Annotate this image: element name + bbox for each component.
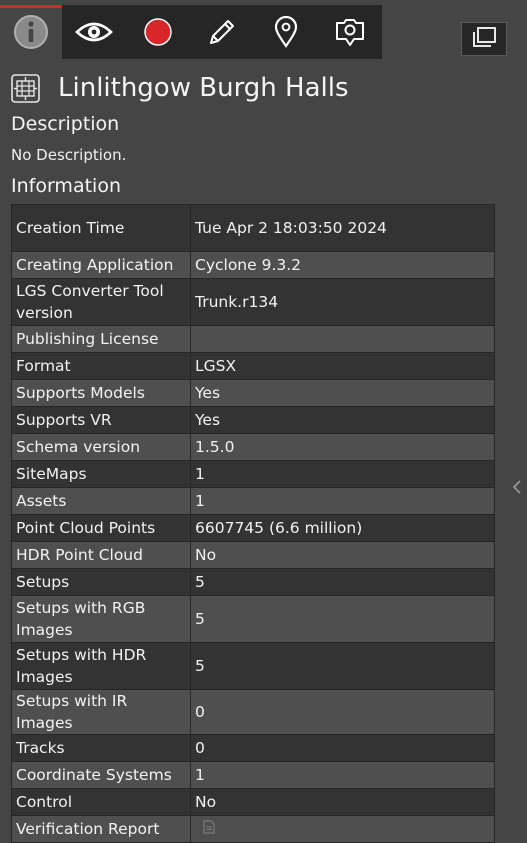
chevron-left-icon xyxy=(511,479,523,498)
row-value: 0 xyxy=(190,689,495,735)
row-value: 0 xyxy=(190,734,495,762)
building-icon xyxy=(11,73,40,103)
table-row: Setups with RGB Images 5 xyxy=(11,595,495,643)
table-row: Setups 5 xyxy=(11,568,495,596)
tab-markup[interactable] xyxy=(190,5,254,59)
tab-view[interactable] xyxy=(62,5,126,59)
row-label: Setups xyxy=(11,568,191,596)
row-value: 5 xyxy=(190,568,495,596)
table-row: Creation Time Tue Apr 2 18:03:50 2024 xyxy=(11,204,495,252)
row-value: 1 xyxy=(190,460,495,488)
row-value: 1.5.0 xyxy=(190,433,495,461)
table-row: Setups with IR Images 0 xyxy=(11,689,495,735)
row-label: SiteMaps xyxy=(11,460,191,488)
row-label: LGS Converter Tool version xyxy=(11,278,191,326)
tab-location[interactable] xyxy=(254,5,318,59)
tab-info[interactable] xyxy=(0,5,62,62)
row-label: Coordinate Systems xyxy=(11,761,191,789)
page-header: Linlithgow Burgh Halls xyxy=(11,70,349,106)
row-label: Control xyxy=(11,788,191,816)
table-row: Schema version 1.5.0 xyxy=(11,433,495,461)
row-label: Setups with IR Images xyxy=(11,689,191,735)
table-row: Supports Models Yes xyxy=(11,379,495,407)
camera-icon xyxy=(334,16,366,48)
information-table: Creation Time Tue Apr 2 18:03:50 2024 Cr… xyxy=(11,204,495,843)
row-label: Verification Report xyxy=(11,815,191,843)
row-value: 1 xyxy=(190,487,495,515)
table-row: Coordinate Systems 1 xyxy=(11,761,495,789)
row-value: Yes xyxy=(190,379,495,407)
row-label: Supports VR xyxy=(11,406,191,434)
table-row: Publishing License xyxy=(11,325,495,353)
page-title: Linlithgow Burgh Halls xyxy=(58,73,349,103)
row-label: Supports Models xyxy=(11,379,191,407)
row-value: Cyclone 9.3.2 xyxy=(190,251,495,279)
row-label: Point Cloud Points xyxy=(11,514,191,542)
row-value: No xyxy=(190,788,495,816)
table-row: Tracks 0 xyxy=(11,734,495,762)
table-row: Point Cloud Points 6607745 (6.6 million) xyxy=(11,514,495,542)
table-row: Creating Application Cyclone 9.3.2 xyxy=(11,251,495,279)
row-label: Schema version xyxy=(11,433,191,461)
tab-record[interactable] xyxy=(126,5,190,59)
row-value: Tue Apr 2 18:03:50 2024 xyxy=(190,204,495,252)
description-text: No Description. xyxy=(11,146,127,164)
record-icon xyxy=(143,17,173,47)
row-value: LGSX xyxy=(190,352,495,380)
mode-toolbar xyxy=(62,5,382,59)
table-row: Setups with HDR Images 5 xyxy=(11,642,495,690)
description-heading: Description xyxy=(11,113,120,135)
table-row: HDR Point Cloud No xyxy=(11,541,495,569)
row-label: Creation Time xyxy=(11,204,191,252)
row-value: 5 xyxy=(190,642,495,690)
restore-window-icon xyxy=(471,26,497,52)
row-value: 6607745 (6.6 million) xyxy=(190,514,495,542)
table-row: Format LGSX xyxy=(11,352,495,380)
row-value: Trunk.r134 xyxy=(190,278,495,326)
row-label: Setups with HDR Images xyxy=(11,642,191,690)
row-label: Format xyxy=(11,352,191,380)
table-row: Supports VR Yes xyxy=(11,406,495,434)
table-row: Control No xyxy=(11,788,495,816)
row-label: Creating Application xyxy=(11,251,191,279)
row-label: HDR Point Cloud xyxy=(11,541,191,569)
table-row: SiteMaps 1 xyxy=(11,460,495,488)
table-row: LGS Converter Tool version Trunk.r134 xyxy=(11,278,495,326)
tab-snapshot[interactable] xyxy=(318,5,382,59)
restore-window-button[interactable] xyxy=(461,22,507,56)
table-row: Assets 1 xyxy=(11,487,495,515)
table-row: Verification Report xyxy=(11,815,495,843)
row-label: Assets xyxy=(11,487,191,515)
row-label: Publishing License xyxy=(11,325,191,353)
row-value xyxy=(190,815,495,843)
collapse-panel-handle[interactable] xyxy=(511,479,523,494)
info-icon xyxy=(13,14,49,54)
row-value: Yes xyxy=(190,406,495,434)
top-toolbar xyxy=(0,0,527,62)
map-pin-icon xyxy=(273,16,299,48)
pencil-icon xyxy=(207,17,237,47)
information-heading: Information xyxy=(11,175,121,197)
row-value: No xyxy=(190,541,495,569)
row-value: 5 xyxy=(190,595,495,643)
row-label: Tracks xyxy=(11,734,191,762)
row-value xyxy=(190,325,495,353)
eye-icon xyxy=(75,20,113,44)
row-label: Setups with RGB Images xyxy=(11,595,191,643)
row-value: 1 xyxy=(190,761,495,789)
